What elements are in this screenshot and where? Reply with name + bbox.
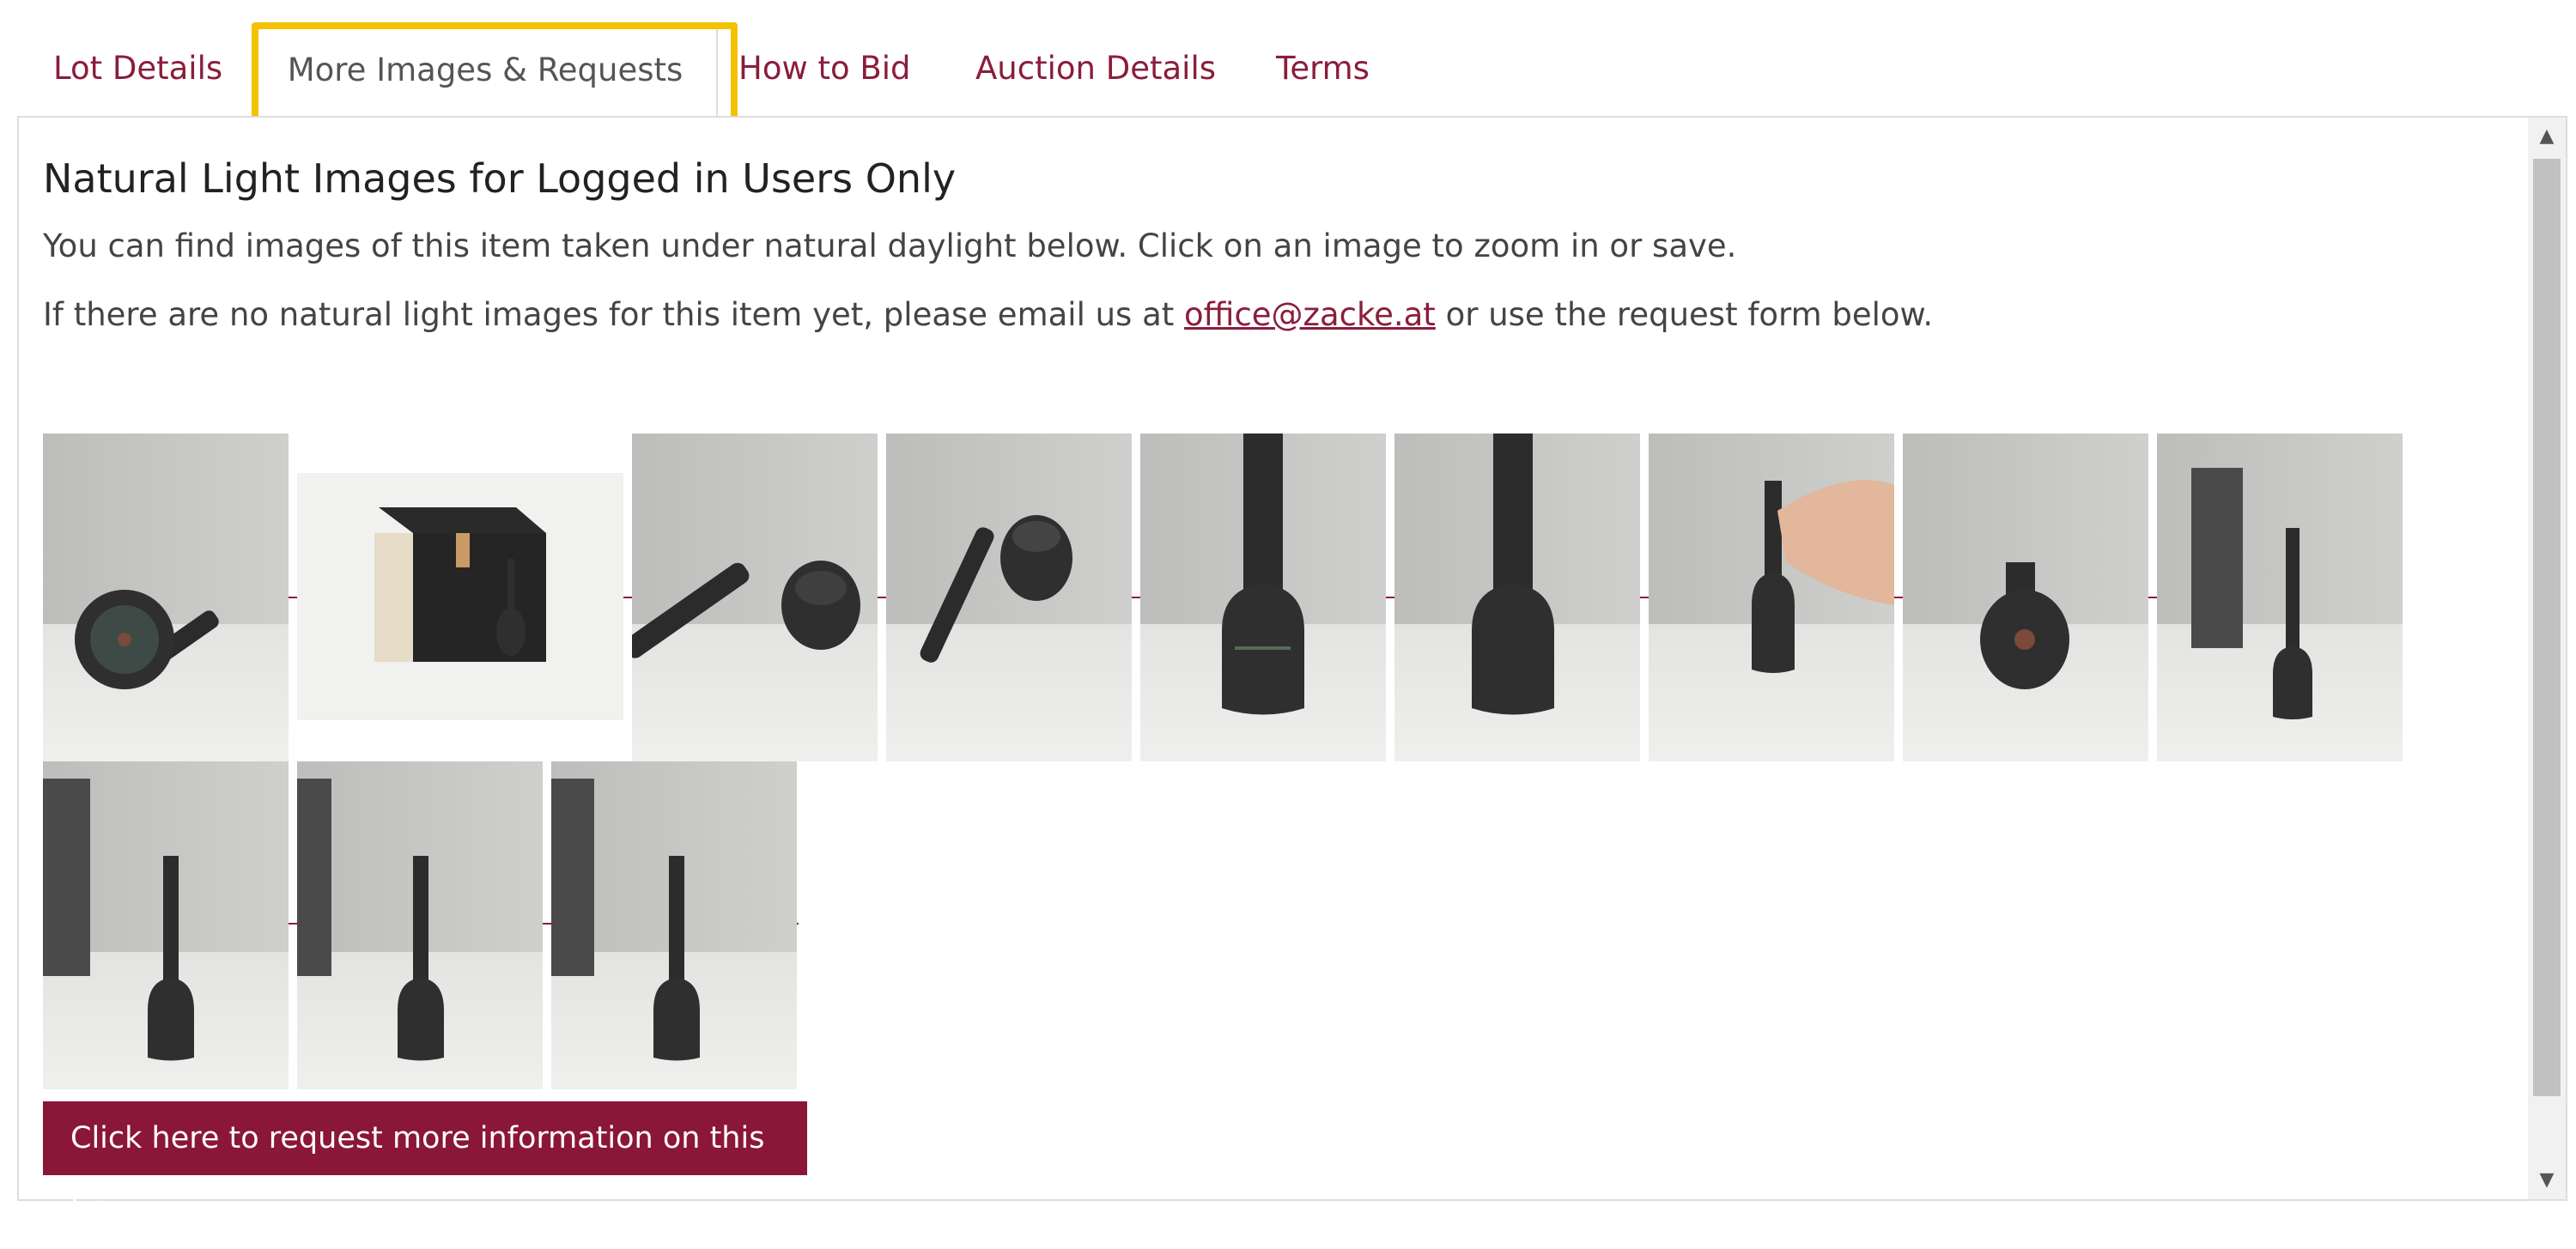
scrollbar-thumb[interactable] xyxy=(2533,159,2561,1096)
gallery-image[interactable] xyxy=(1394,434,1640,761)
tab-how-to-bid[interactable]: How to Bid xyxy=(738,22,911,115)
section-heading: Natural Light Images for Logged in Users… xyxy=(43,155,957,202)
email-text-after: or use the request form below. xyxy=(1435,296,1934,333)
request-info-button[interactable]: Click here to request more information o… xyxy=(43,1101,807,1229)
panel-scrollbar[interactable]: ▲ ▼ xyxy=(2528,118,2566,1199)
tab-bar: Lot Details More Images & Requests How t… xyxy=(19,22,2561,167)
intro-text: You can find images of this item taken u… xyxy=(43,227,1737,264)
scroll-up-arrow-icon[interactable]: ▲ xyxy=(2528,118,2566,155)
tab-more-images-requests[interactable]: More Images & Requests xyxy=(252,22,718,118)
gallery-image[interactable] xyxy=(297,761,543,1089)
tab-panel: Natural Light Images for Logged in Users… xyxy=(17,116,2567,1229)
gallery-image[interactable] xyxy=(43,761,289,1089)
email-text: If there are no natural light images for… xyxy=(43,296,1933,333)
gallery-image[interactable] xyxy=(551,761,797,1089)
email-link[interactable]: office@zacke.at xyxy=(1184,296,1436,333)
gallery-image[interactable] xyxy=(886,434,1132,761)
tab-auction-details[interactable]: Auction Details xyxy=(975,22,1216,115)
gallery-image[interactable] xyxy=(2157,434,2403,761)
gallery-image[interactable] xyxy=(1903,434,2148,761)
gallery-image[interactable] xyxy=(1649,434,1894,761)
gallery-image[interactable] xyxy=(297,473,623,720)
image-gallery xyxy=(43,434,2447,1089)
tab-lot-details[interactable]: Lot Details xyxy=(53,22,222,115)
tab-terms[interactable]: Terms xyxy=(1276,22,1370,115)
panel-content: Natural Light Images for Logged in Users… xyxy=(43,118,2506,1229)
gallery-image[interactable] xyxy=(43,434,289,761)
gallery-image[interactable] xyxy=(1140,434,1386,761)
gallery-image[interactable] xyxy=(632,434,878,761)
email-text-before: If there are no natural light images for… xyxy=(43,296,1185,333)
scroll-down-arrow-icon[interactable]: ▼ xyxy=(2528,1161,2566,1199)
